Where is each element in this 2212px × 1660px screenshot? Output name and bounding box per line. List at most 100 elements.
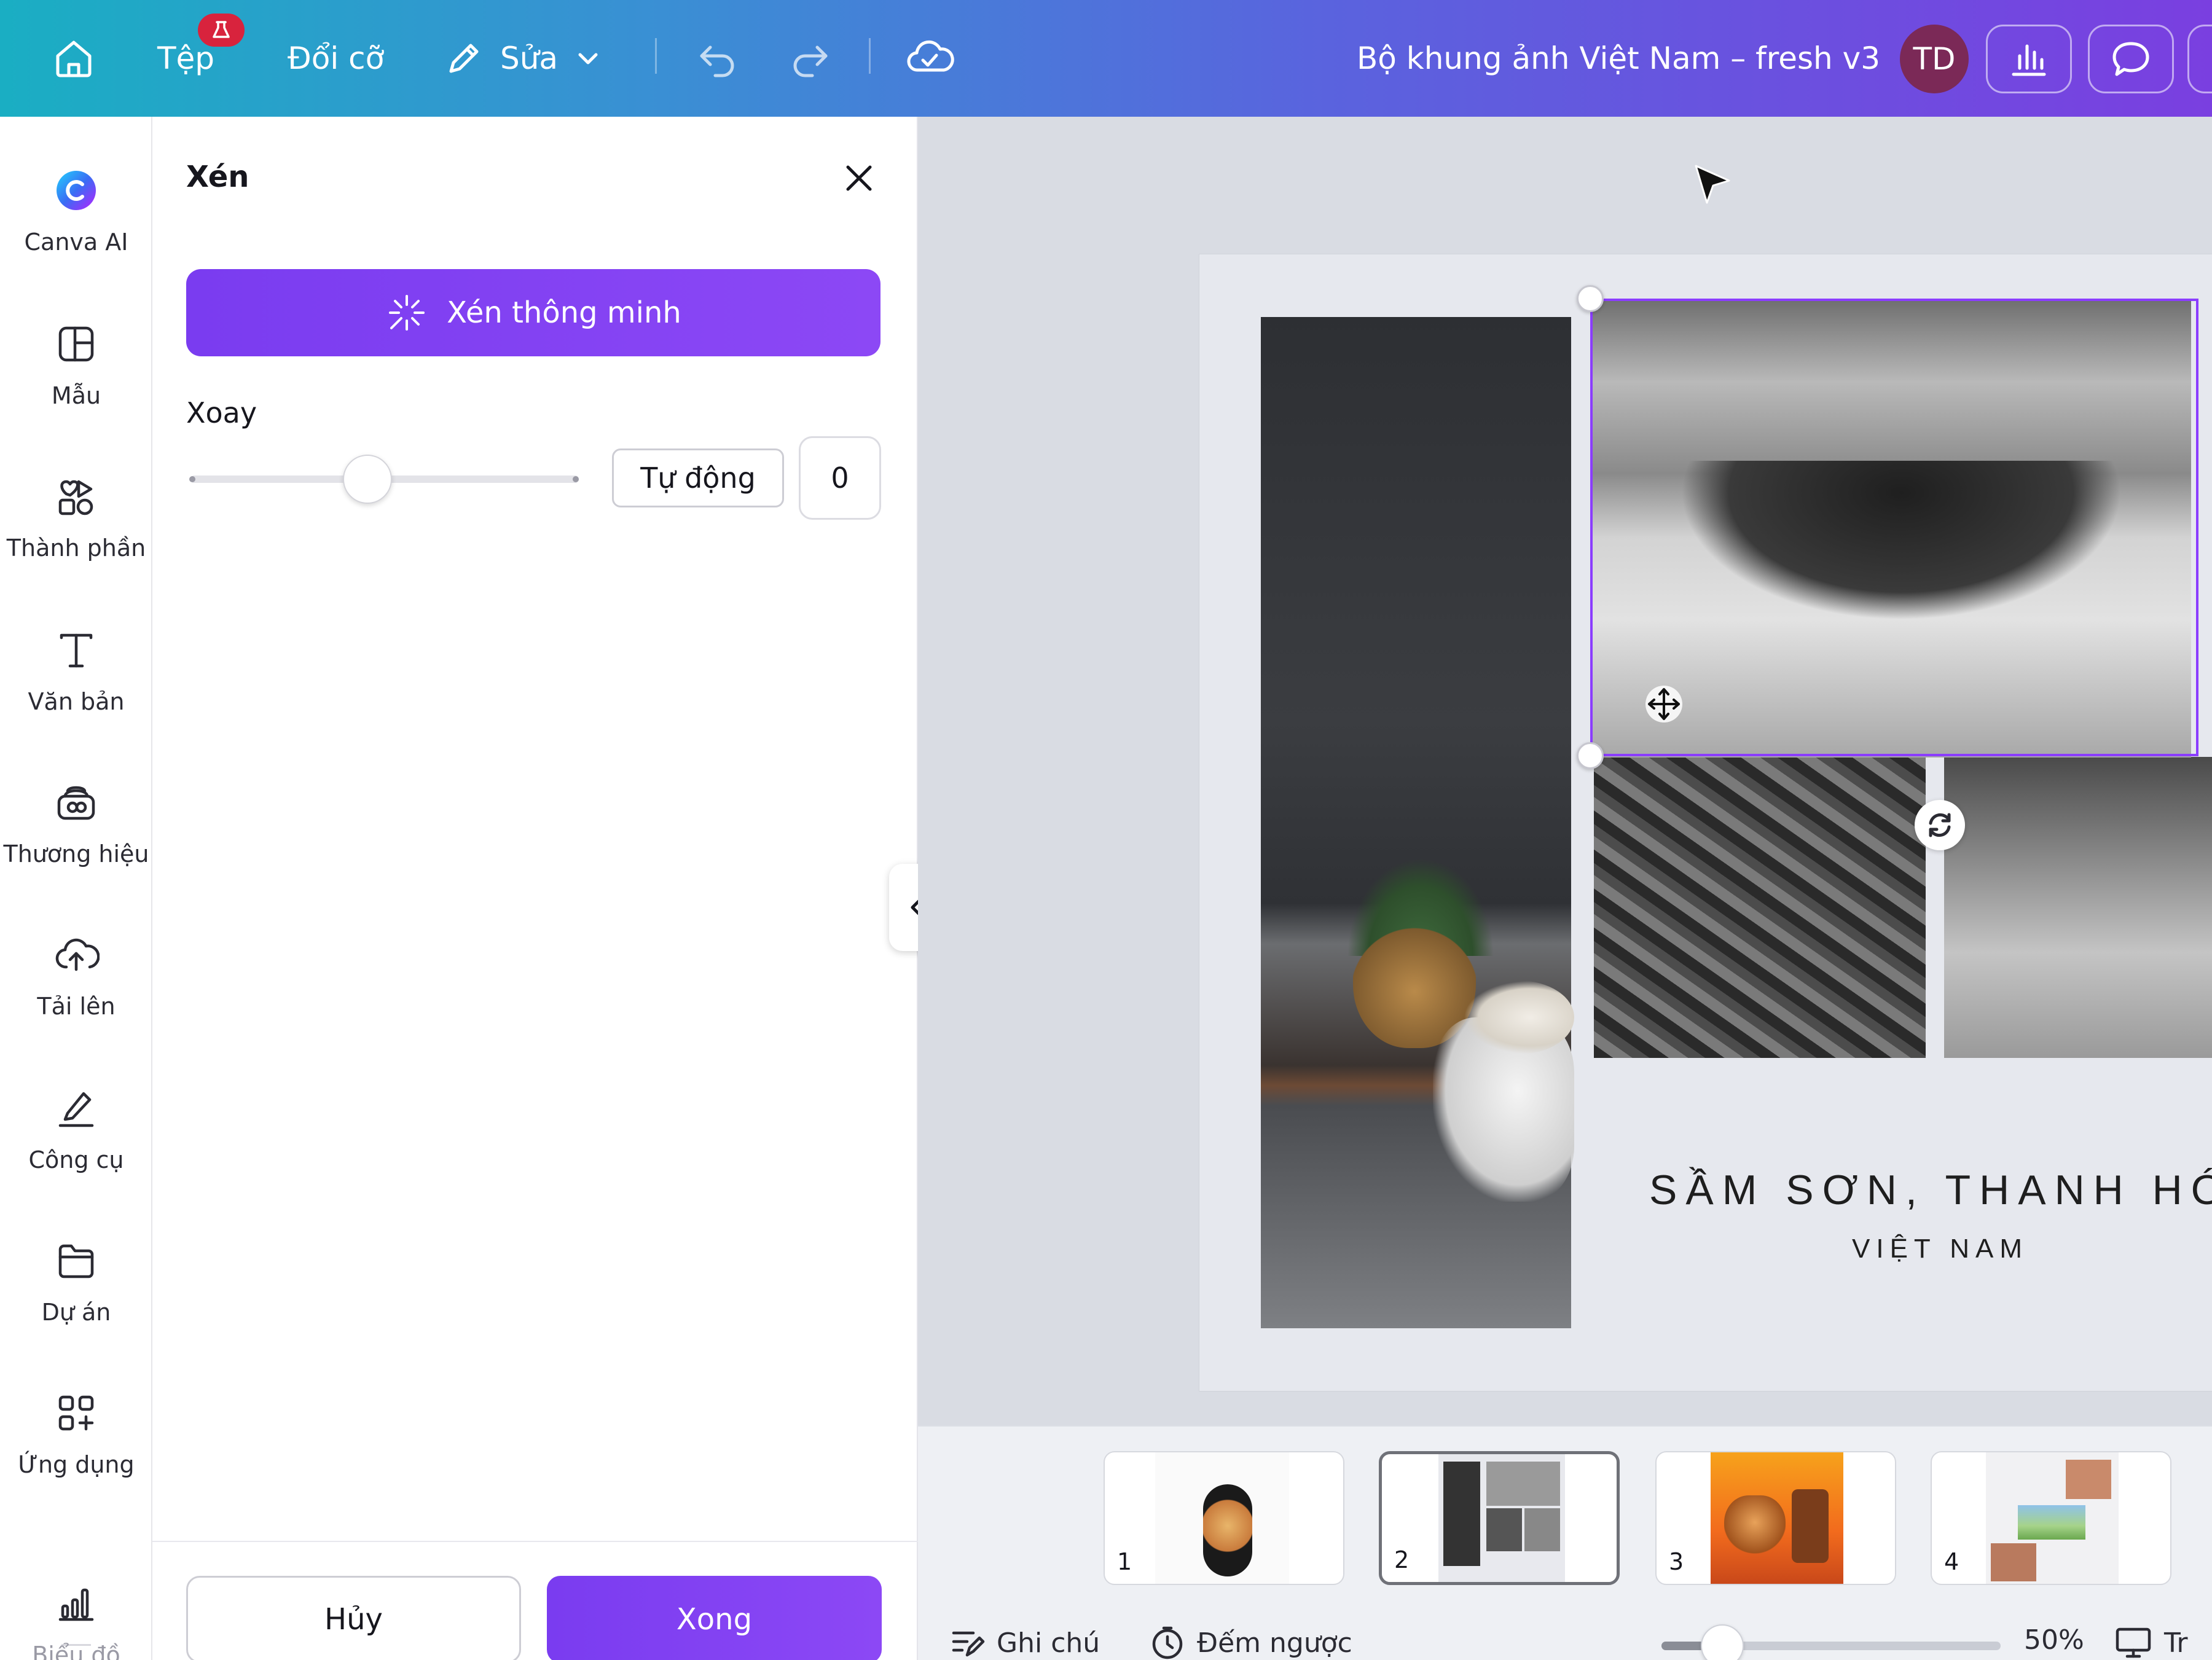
auto-rotate-button[interactable]: Tự động — [612, 448, 784, 507]
thumbnail-preview — [1443, 1462, 1480, 1566]
page-thumbnail-4[interactable]: 4 — [1931, 1451, 2171, 1585]
resize-button[interactable]: Đổi cỡ — [288, 0, 384, 117]
home-button[interactable] — [50, 0, 97, 117]
rail-label: Thương hiệu — [3, 840, 149, 867]
rail-item-uploads[interactable]: Tải lên — [0, 924, 152, 1065]
edit-menu[interactable]: Sửa — [442, 0, 603, 117]
left-rail: Canva AI Mẫu Thành phần Văn bản Thương h… — [0, 117, 152, 1660]
document-title[interactable]: Bộ khung ảnh Việt Nam – fresh v3 — [1357, 0, 1880, 117]
undo-button[interactable] — [694, 0, 741, 117]
rail-item-tools[interactable]: Công cụ — [0, 1078, 152, 1219]
home-icon — [56, 41, 92, 77]
thumbnail-preview — [2066, 1460, 2111, 1499]
thumbnail-preview — [1991, 1543, 2036, 1581]
notes-label: Ghi chú — [997, 1627, 1100, 1659]
cloud-check-icon — [907, 40, 954, 72]
view-mode-button[interactable]: Tr — [2114, 1624, 2188, 1660]
user-avatar[interactable]: TD — [1900, 25, 1969, 93]
top-bar: Tệp Đổi cỡ Sửa Bộ khung ảnh Việt Nam – f… — [0, 0, 2212, 117]
sparkle-icon — [389, 295, 425, 331]
rotate-value-input[interactable]: 0 — [799, 436, 881, 520]
cancel-button[interactable]: Hủy — [186, 1576, 521, 1660]
redo-icon — [793, 45, 828, 77]
rail-label: Dự án — [41, 1299, 111, 1326]
page-thumbnail-2[interactable]: 2 — [1379, 1451, 1620, 1585]
rail-label: Tải lên — [37, 993, 116, 1020]
upload-cloud-icon — [55, 938, 100, 971]
slider-max-dot — [573, 476, 579, 482]
canva-ai-icon — [52, 166, 101, 215]
notes-icon — [952, 1631, 985, 1657]
move-icon[interactable] — [1642, 682, 1686, 726]
rail-item-elements[interactable]: Thành phần — [0, 466, 152, 607]
timer-button[interactable]: Đếm ngược — [1149, 1624, 1352, 1660]
beta-badge — [198, 14, 245, 47]
canvas-workspace[interactable]: SẦM SƠN, THANH HÓA VIỆT NAM — [918, 117, 2212, 1425]
monitor-icon — [2116, 1627, 2151, 1658]
photo-still-life[interactable] — [1261, 317, 1574, 1328]
elements-icon — [58, 480, 93, 515]
share-button[interactable] — [2187, 25, 2212, 93]
page-number: 1 — [1117, 1548, 1132, 1575]
panel-title: Xén — [186, 160, 249, 194]
rail-label: Canva AI — [24, 229, 128, 256]
rotate-icon — [1929, 813, 1951, 837]
rail-item-projects[interactable]: Dự án — [0, 1230, 152, 1371]
comments-button[interactable] — [2088, 25, 2174, 93]
crop-handle-top-left[interactable] — [1577, 285, 1604, 312]
page-thumbnail-3[interactable]: 3 — [1655, 1451, 1896, 1585]
smart-crop-button[interactable]: Xén thông minh — [186, 269, 880, 356]
page-thumbnail-1[interactable]: 1 — [1104, 1451, 1344, 1585]
thumbnail-preview — [1486, 1508, 1522, 1551]
thumbnail-preview — [1203, 1484, 1252, 1576]
view-mode-label: Tr — [2164, 1627, 2188, 1659]
chevron-down-icon — [578, 53, 598, 65]
caption-main[interactable]: SẦM SƠN, THANH HÓA — [1649, 1166, 2212, 1214]
document-title-text: Bộ khung ảnh Việt Nam – fresh v3 — [1357, 41, 1881, 76]
rail-item-charts[interactable]: Biểu đồ — [0, 1573, 152, 1660]
caption-sub[interactable]: VIỆT NAM — [1852, 1234, 2028, 1264]
rail-item-apps[interactable]: Ứng dụng — [0, 1382, 152, 1524]
rotate-slider-thumb[interactable] — [343, 455, 392, 504]
slider-min-dot — [189, 476, 195, 482]
timer-icon — [1152, 1626, 1183, 1659]
done-button[interactable]: Xong — [547, 1576, 882, 1660]
mouse-cursor-icon — [1695, 165, 1730, 204]
redo-button[interactable] — [786, 0, 833, 117]
zoom-slider-thumb[interactable] — [1701, 1624, 1744, 1660]
zoom-level[interactable]: 50% — [2024, 1624, 2084, 1656]
undo-icon — [700, 45, 734, 77]
folder-icon — [58, 1244, 94, 1278]
rail-item-templates[interactable]: Mẫu — [0, 313, 152, 455]
draw-tool-icon — [58, 1092, 94, 1127]
thumbnail-preview — [1724, 1495, 1786, 1563]
pencil-icon — [449, 44, 479, 73]
comment-icon — [2112, 42, 2149, 76]
rail-label: Mẫu — [51, 382, 101, 409]
photo-people-walking[interactable] — [1944, 757, 2212, 1058]
bottom-bar: Ghi chú Đếm ngược 50% Tr — [918, 1617, 2212, 1660]
rail-item-canva-ai[interactable]: Canva AI — [0, 160, 152, 301]
page-number: 4 — [1944, 1548, 1959, 1575]
notes-button[interactable]: Ghi chú — [949, 1624, 1100, 1660]
toolbar-divider — [655, 38, 657, 74]
page-number: 2 — [1394, 1546, 1410, 1573]
edit-label: Sửa — [500, 41, 559, 76]
rail-label: Công cụ — [28, 1146, 124, 1173]
brand-icon — [57, 786, 95, 820]
save-status-button[interactable] — [904, 0, 955, 117]
thumbnail-preview — [1792, 1489, 1829, 1563]
file-menu-label: Tệp — [157, 41, 215, 76]
rail-label: Văn bản — [28, 688, 125, 715]
rail-item-text[interactable]: Văn bản — [0, 619, 152, 761]
template-icon — [58, 326, 94, 362]
rail-label: Biểu đồ — [32, 1642, 120, 1660]
photo-banana-leaf[interactable] — [1594, 757, 1926, 1058]
resize-label: Đổi cỡ — [288, 41, 385, 76]
close-panel-button[interactable] — [834, 154, 884, 203]
timer-label: Đếm ngược — [1197, 1627, 1352, 1659]
insights-button[interactable] — [1986, 25, 2072, 93]
rotate-handle[interactable] — [1915, 800, 1965, 850]
crop-handle-bottom-left[interactable] — [1577, 742, 1604, 769]
rail-item-brand[interactable]: Thương hiệu — [0, 772, 152, 913]
